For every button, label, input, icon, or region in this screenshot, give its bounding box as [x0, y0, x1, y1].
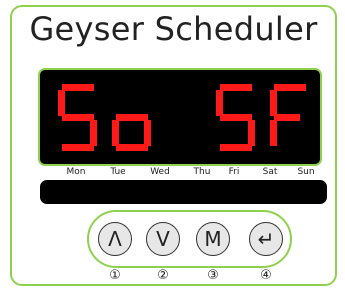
caret-down-icon: V	[156, 227, 170, 251]
digit-5-f	[270, 84, 306, 146]
day-label-wed: Wed	[150, 167, 170, 177]
day-label-sun: Sun	[297, 167, 315, 177]
display-digits	[58, 84, 306, 151]
enter-button[interactable]: ↵	[249, 222, 283, 256]
day-label-sat: Sat	[262, 167, 278, 177]
seven-segment-display	[38, 68, 322, 166]
digit-2-o	[112, 114, 151, 151]
caret-up-icon: Λ	[108, 227, 122, 251]
digit-4-s	[216, 84, 255, 151]
button-number-1: ①	[109, 268, 121, 283]
mode-button[interactable]: M	[196, 222, 230, 256]
weekday-indicator-bar	[40, 180, 327, 204]
day-label-tue: Tue	[110, 167, 126, 177]
button-number-2: ②	[157, 268, 169, 283]
up-button[interactable]: Λ	[98, 222, 132, 256]
button-number-4: ④	[260, 268, 272, 283]
day-label-thu: Thu	[193, 167, 211, 177]
enter-icon: ↵	[257, 227, 275, 251]
button-number-3: ③	[207, 268, 219, 283]
weekday-labels: Mon Tue Wed Thu Fri Sat Sun	[56, 167, 336, 179]
down-button[interactable]: V	[146, 222, 180, 256]
mode-icon: M	[204, 227, 222, 251]
digit-1-s	[58, 84, 97, 151]
day-label-fri: Fri	[228, 167, 240, 177]
day-label-mon: Mon	[66, 167, 86, 177]
page-title: Geyser Scheduler	[29, 10, 318, 48]
